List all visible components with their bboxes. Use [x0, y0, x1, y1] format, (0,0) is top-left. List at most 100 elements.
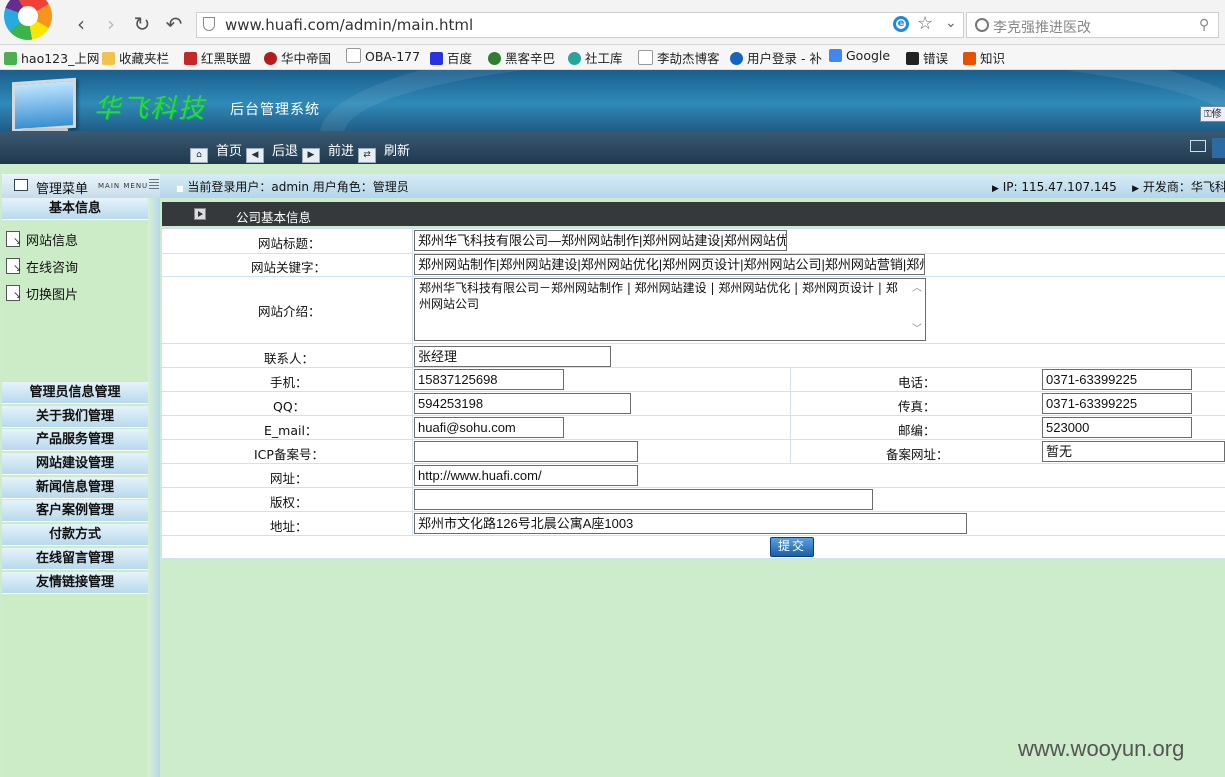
menu-section-about[interactable]: 关于我们管理	[2, 406, 148, 428]
status-user: ■ 当前登录用户：admin 用户角色：管理员	[176, 180, 409, 194]
postcode-field[interactable]: 523000	[1042, 417, 1192, 438]
label-icp-url: 备案网址：	[886, 447, 949, 462]
hao123-icon	[4, 52, 17, 65]
modify-button[interactable]: ⚿修	[1200, 106, 1225, 122]
menu-section-cases[interactable]: 客户案例管理	[2, 500, 148, 522]
copyright-field[interactable]	[414, 489, 873, 510]
menu-header: 管理菜单 MAIN MENU	[2, 174, 160, 198]
search-engine-icon	[975, 18, 989, 32]
top-nav-bar	[0, 131, 1225, 164]
label-contact: 联系人：	[264, 351, 315, 366]
nav-home[interactable]: ⌂ 首页	[190, 140, 242, 163]
menu-item-online-consult[interactable]: 在线咨询	[6, 257, 78, 276]
menu-title: 管理菜单	[36, 182, 89, 197]
collapse-bars-icon[interactable]	[149, 179, 159, 190]
scroll-up-icon[interactable]: ︿	[912, 281, 922, 297]
bookmark-oba[interactable]: OBA-177	[346, 48, 420, 64]
menu-item-site-info[interactable]: 网站信息	[6, 230, 78, 249]
tree-icon	[488, 52, 501, 65]
icp-url-field[interactable]: 暂无	[1042, 441, 1225, 462]
undo-icon[interactable]: ↶	[163, 14, 185, 36]
menu-section-messages[interactable]: 在线留言管理	[2, 548, 148, 570]
forward-icon[interactable]: ›	[100, 14, 122, 36]
keywords-field[interactable]: 郑州网站制作|郑州网站建设|郑州网站优化|郑州网页设计|郑州网站公司|郑州网站营…	[414, 254, 925, 275]
bookmark-favorites[interactable]: 收藏夹栏	[102, 48, 169, 67]
honghei-icon	[184, 52, 197, 65]
content-heading: 公司基本信息	[162, 202, 1225, 226]
arrow-right-icon: ▶	[302, 148, 320, 163]
menu-item-slideshow[interactable]: 切换图片	[6, 284, 78, 303]
baidu-icon	[430, 52, 443, 65]
scroll-down-icon[interactable]: ﹀	[912, 322, 922, 338]
phone-field[interactable]: 0371-63399225	[1042, 369, 1192, 390]
bookmark-honghei[interactable]: 红黑联盟	[184, 48, 251, 67]
screen-icon[interactable]	[1190, 140, 1206, 152]
globe-icon	[730, 52, 743, 65]
form-heading: 公司基本信息	[236, 210, 312, 225]
address-field[interactable]: 郑州市文化路126号北晨公寓A座1003	[414, 513, 967, 534]
email-field[interactable]: huafi@sohu.com	[414, 417, 564, 438]
menu-section-payment[interactable]: 付款方式	[2, 524, 148, 546]
nav-forward[interactable]: ▶ 前进	[302, 140, 354, 163]
refresh-icon: ⇄	[358, 148, 376, 163]
security-shield-icon	[203, 17, 215, 31]
nav-refresh[interactable]: ⇄ 刷新	[358, 140, 410, 163]
icp-field[interactable]	[414, 441, 638, 462]
fox-icon	[963, 52, 976, 65]
label-intro: 网站介绍：	[258, 304, 321, 319]
label-mobile: 手机：	[270, 375, 308, 390]
search-box[interactable]: 李克强推进医改 ⚲	[966, 12, 1219, 38]
back-icon[interactable]: ‹	[70, 14, 92, 36]
label-site-title: 网站标题：	[258, 236, 321, 251]
page-icon	[638, 50, 653, 65]
nav-back[interactable]: ◀ 后退	[246, 140, 298, 163]
menu-section-basic-info[interactable]: 基本信息	[2, 198, 148, 220]
intro-textarea[interactable]: 郑州华飞科技有限公司－郑州网站制作 | 郑州网站建设 | 郑州网站优化 | 郑州…	[414, 278, 926, 341]
reload-icon[interactable]: ↻	[131, 14, 153, 36]
arrow-left-icon: ◀	[246, 148, 264, 163]
document-icon	[6, 231, 21, 247]
document-icon	[6, 285, 21, 301]
fax-field[interactable]: 0371-63399225	[1042, 393, 1192, 414]
bookmark-blog[interactable]: 李劼杰博客	[638, 48, 720, 67]
menu-section-admin[interactable]: 管理员信息管理	[2, 382, 148, 404]
menu-section-news[interactable]: 新闻信息管理	[2, 477, 148, 499]
address-bar[interactable]: www.huafi.com/admin/main.html e ☆ ⌄	[196, 12, 964, 38]
textarea-scrollbar[interactable]: ︿ ﹀	[909, 279, 925, 340]
monitor-icon	[12, 77, 76, 133]
menu-section-products[interactable]: 产品服务管理	[2, 429, 148, 451]
bookmark-zhishi[interactable]: 知识	[963, 48, 1005, 67]
bookmark-login[interactable]: 用户登录 - 补	[730, 48, 822, 67]
site-title-field[interactable]: 郑州华飞科技有限公司—郑州网站制作|郑州网站建设|郑州网站优	[414, 230, 787, 251]
page-icon	[346, 48, 361, 63]
label-fax: 传真：	[898, 399, 936, 414]
star-icon[interactable]: ☆	[917, 13, 933, 34]
label-keywords: 网站关键字：	[251, 260, 327, 275]
google-icon	[829, 49, 842, 62]
label-address: 地址：	[270, 519, 308, 534]
website-field[interactable]: http://www.huafi.com/	[414, 465, 638, 486]
submit-button[interactable]: 提交	[770, 537, 814, 557]
brand-logo: 华飞科技	[94, 94, 207, 124]
search-input[interactable]: 李克强推进医改	[993, 17, 1091, 37]
bookmark-shegong[interactable]: 社工库	[568, 48, 623, 67]
bookmark-baidu[interactable]: 百度	[430, 48, 472, 67]
bookmark-hao123[interactable]: hao123_上网	[4, 48, 99, 67]
status-ip: ▶ IP: 115.47.107.145 ▶ 开发商：华飞科技	[992, 178, 1225, 195]
bookmark-error[interactable]: 错误	[906, 48, 948, 67]
search-icon[interactable]: ⚲	[1199, 17, 1209, 33]
menu-section-links[interactable]: 友情链接管理	[2, 572, 148, 594]
intro-text: 郑州华飞科技有限公司－郑州网站制作 | 郑州网站建设 | 郑州网站优化 | 郑州…	[419, 281, 898, 311]
menu-section-website[interactable]: 网站建设管理	[2, 453, 148, 475]
qq-field[interactable]: 594253198	[414, 393, 631, 414]
ie-compat-icon[interactable]: e	[893, 16, 909, 32]
bookmark-huazhong[interactable]: 华中帝国	[264, 48, 331, 67]
chevron-down-icon[interactable]: ⌄	[945, 15, 957, 31]
bookmark-heike[interactable]: 黑客辛巴	[488, 48, 555, 67]
address-url[interactable]: www.huafi.com/admin/main.html	[225, 16, 473, 34]
developer-label: 开发商：华飞科技	[1142, 180, 1225, 194]
bookmark-google[interactable]: Google	[829, 48, 890, 63]
sidebar-divider[interactable]	[148, 198, 160, 777]
contact-field[interactable]: 张经理	[414, 346, 611, 367]
mobile-field[interactable]: 15837125698	[414, 369, 564, 390]
